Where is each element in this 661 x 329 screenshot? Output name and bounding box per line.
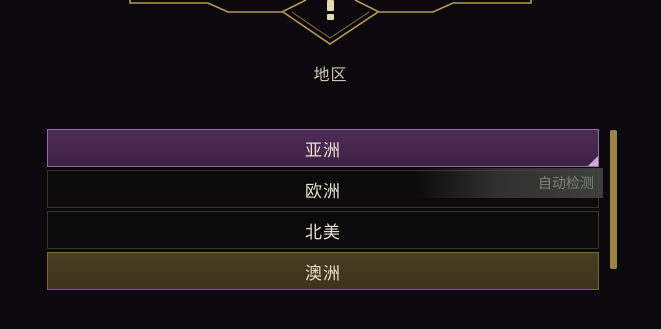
region-option-label: 澳洲 — [305, 263, 341, 284]
region-option-north-america[interactable]: 北美 — [47, 211, 599, 249]
region-option-label: 欧洲 — [305, 181, 341, 202]
region-option-label: 北美 — [305, 222, 341, 243]
auto-detect-text: 自动检测 — [538, 176, 594, 192]
selected-corner-marker — [588, 156, 598, 166]
exclamation-icon — [327, 0, 334, 20]
scrollbar-thumb[interactable] — [610, 130, 617, 269]
header-ornament — [129, 0, 532, 45]
region-option-label: 亚洲 — [305, 140, 341, 161]
region-option-oceania[interactable]: 澳洲 — [47, 252, 599, 290]
region-list: 亚洲 欧洲 北美 澳洲 — [47, 129, 599, 293]
scrollbar[interactable] — [610, 130, 617, 296]
region-title: 地区 — [313, 65, 348, 84]
auto-detect-tooltip: 自动检测 — [415, 168, 603, 198]
region-option-asia[interactable]: 亚洲 — [47, 129, 599, 167]
